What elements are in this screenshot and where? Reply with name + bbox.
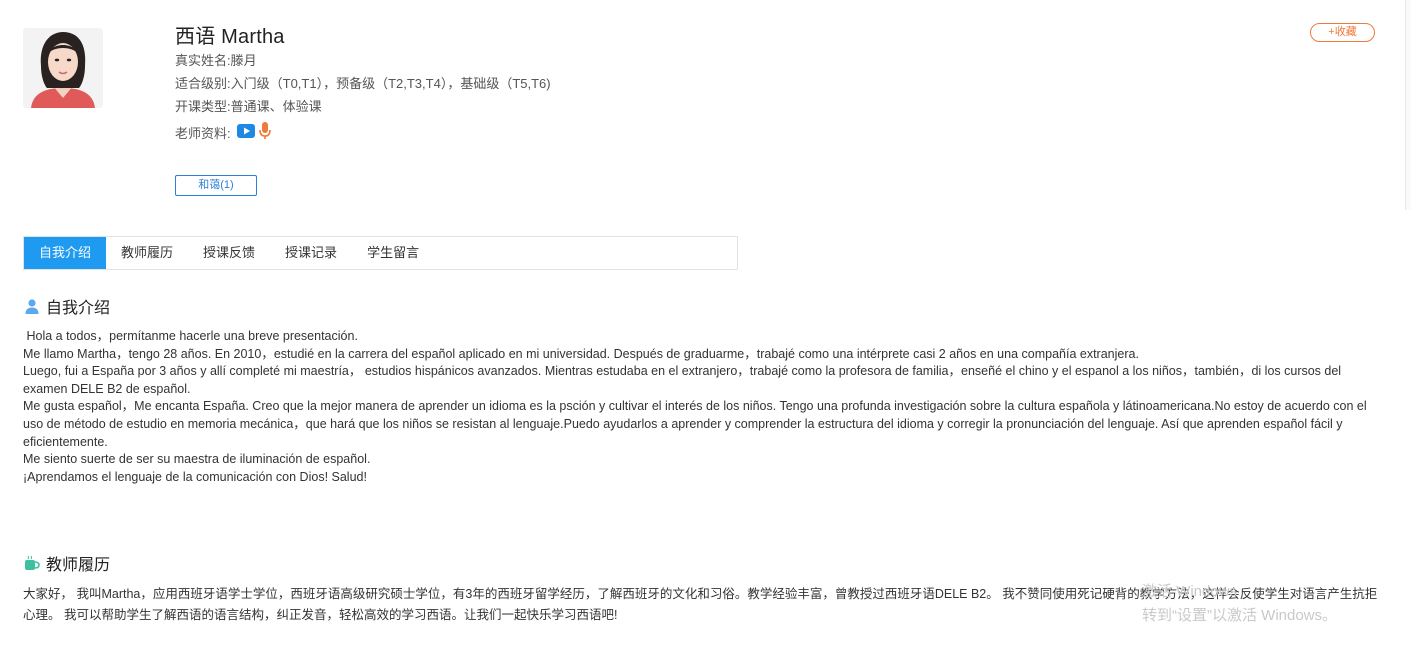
level-label: 适合级别: (175, 76, 231, 91)
course-type-row: 开课类型:普通课、体验课 (175, 96, 322, 115)
materials-row: 老师资料: (175, 122, 271, 143)
watermark-line-2: 转到“设置”以激活 Windows。 (1142, 607, 1338, 624)
tab-feedback[interactable]: 授课反馈 (188, 237, 270, 269)
watermark-line-1: 激活 Windows (1142, 583, 1238, 600)
tab-messages[interactable]: 学生留言 (352, 237, 434, 269)
real-name-label: 真实姓名: (175, 53, 231, 68)
resume-section-title: 教师履历 (24, 551, 110, 575)
real-name-row: 真实姓名:滕月 (175, 50, 257, 69)
tab-bar: 自我介绍 教师履历 授课反馈 授课记录 学生留言 (23, 236, 738, 270)
intro-text: Hola a todos，permítanme hacerle una brev… (23, 328, 1378, 486)
intro-paragraph: Me siento suerte de ser su maestra de il… (23, 452, 371, 467)
intro-title-text: 自我介绍 (46, 300, 111, 317)
tab-self-intro[interactable]: 自我介绍 (24, 237, 107, 269)
windows-activation-watermark: 激活 Windows 转到“设置”以激活 Windows。 (1142, 580, 1337, 628)
tab-records[interactable]: 授课记录 (270, 237, 352, 269)
intro-paragraph: Me llamo Martha，tengo 28 años. En 2010，e… (23, 346, 1139, 361)
user-icon (24, 298, 40, 314)
materials-label: 老师资料: (175, 126, 231, 141)
level-row: 适合级别:入门级（T0,T1），预备级（T2,T3,T4），基础级（T5,T6) (175, 73, 551, 92)
resume-title-text: 教师履历 (46, 557, 111, 574)
intro-paragraph: Hola a todos，permítanme hacerle una brev… (23, 329, 358, 343)
course-type-label: 开课类型: (175, 99, 231, 114)
microphone-icon[interactable] (258, 122, 271, 143)
real-name-value: 滕月 (230, 53, 257, 68)
avatar (23, 28, 103, 108)
tab-resume[interactable]: 教师履历 (106, 237, 188, 269)
intro-paragraph: Me gusta español，Me encanta España. Creo… (23, 399, 1367, 449)
intro-paragraph: ¡Aprendamos el lenguaje de la comunicaci… (23, 469, 367, 484)
teacher-name: 西语 Martha (175, 26, 285, 48)
course-type-value: 普通课、体验课 (230, 99, 322, 114)
intro-section-title: 自我介绍 (24, 294, 110, 318)
level-value: 入门级（T0,T1），预备级（T2,T3,T4），基础级（T5,T6) (230, 76, 551, 91)
intro-paragraph: Luego, fui a España por 3 años y allí co… (23, 364, 1342, 396)
rating-tag-button[interactable]: 和蔼(1) (175, 175, 257, 196)
right-panel-edge (1405, 0, 1411, 210)
coffee-cup-icon (24, 555, 40, 571)
video-icon[interactable] (236, 123, 255, 142)
favorite-button[interactable]: +收藏 (1310, 23, 1375, 42)
